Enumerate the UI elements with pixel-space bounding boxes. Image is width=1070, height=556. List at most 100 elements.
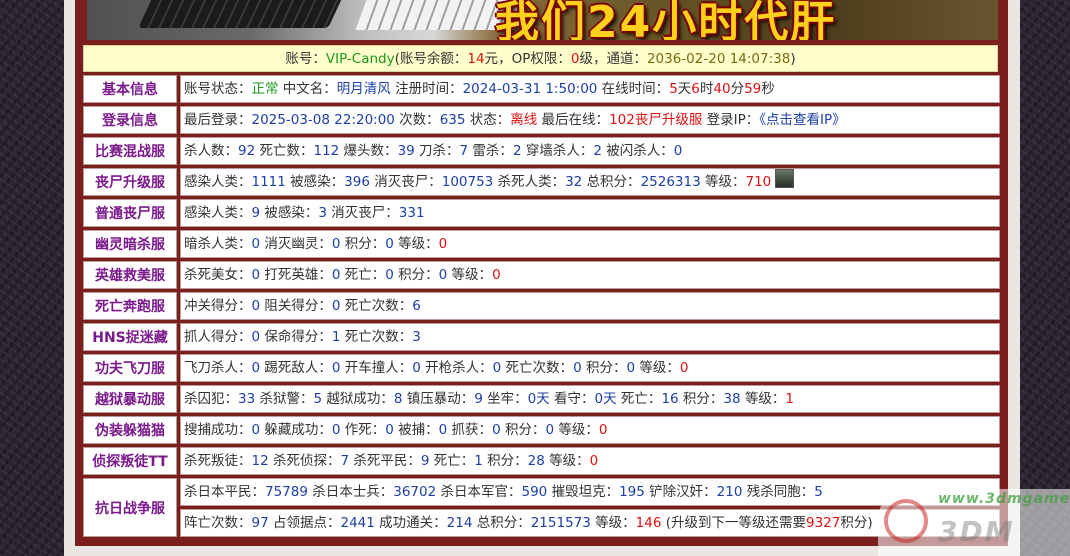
stat-value: 0 bbox=[251, 298, 261, 314]
balance-label: (账号余额： bbox=[394, 51, 468, 67]
stat-value: 146 bbox=[635, 515, 662, 531]
stat-label: 死亡数： bbox=[255, 143, 314, 159]
stat-label: 看守： bbox=[549, 391, 595, 407]
row-cells: 暗杀人类：0 消灭幽灵：0 积分：0 等级：0 bbox=[180, 230, 1000, 258]
row-cells: 杀日本平民：75789 杀日本士兵：36702 杀日本军官：590 摧毁坦克：1… bbox=[180, 478, 1000, 537]
stat-label: 杀死美女： bbox=[184, 267, 252, 283]
row-cells: 感染人类：9 被感染：3 消灭丧尸：331 bbox=[180, 199, 1000, 227]
stat-label: 消灭丧尸： bbox=[326, 205, 399, 221]
stat-label: 冲关得分： bbox=[184, 298, 252, 314]
row-cells: 搜捕成功：0 躲藏成功：0 作死：0 被捕：0 抓获：0 积分：0 等级：0 bbox=[180, 416, 1000, 444]
stat-value: 32 bbox=[565, 174, 583, 190]
account-prefix: 账号： bbox=[285, 51, 326, 67]
stat-label: (升级到下一等级还需要 bbox=[661, 515, 806, 531]
stat-label: 天 bbox=[677, 81, 692, 97]
stats-cell: 杀日本平民：75789 杀日本士兵：36702 杀日本军官：590 摧毁坦克：1… bbox=[180, 478, 1000, 506]
stat-value: 12 bbox=[251, 453, 269, 469]
stat-value: 0 bbox=[385, 267, 394, 283]
stat-value: 0 bbox=[598, 422, 608, 438]
row-cells: 杀囚犯：33 杀狱警：5 越狱成功：8 镇压暴动：9 坐牢：0天 看守：0天 死… bbox=[180, 385, 1000, 413]
stat-label: 杀日本平民： bbox=[184, 484, 265, 500]
row-label: 普通丧尸服 bbox=[83, 199, 177, 227]
stat-value: 6 bbox=[412, 298, 421, 314]
stat-label: 穿墙杀人： bbox=[521, 143, 594, 159]
stats-cell: 暗杀人类：0 消灭幽灵：0 积分：0 等级：0 bbox=[180, 230, 1000, 258]
stat-label: 等级： bbox=[740, 391, 786, 407]
stat-value: 离线 bbox=[510, 112, 538, 128]
stat-value: 59 bbox=[744, 81, 762, 97]
stat-label: 账号状态： bbox=[184, 81, 252, 97]
stat-label: 等级： bbox=[700, 174, 746, 190]
stat-value: 0 bbox=[385, 236, 394, 252]
stat-value: 0 bbox=[251, 236, 261, 252]
stats-cell: 飞刀杀人：0 踢死敌人：0 开车撞人：0 开枪杀人：0 死亡次数：0 积分：0 … bbox=[180, 354, 1000, 382]
row-label: 越狱暴动服 bbox=[83, 385, 177, 413]
stat-value: 0 bbox=[492, 360, 502, 376]
stats-cell: 杀死美女：0 打死英雄：0 死亡：0 积分：0 等级：0 bbox=[180, 261, 1000, 289]
account-balance: 14 bbox=[467, 51, 485, 67]
stats-row: 功夫飞刀服 飞刀杀人：0 踢死敌人：0 开车撞人：0 开枪杀人：0 死亡次数：0 … bbox=[83, 354, 1000, 382]
stat-value: 40 bbox=[713, 81, 731, 97]
row-cells: 杀人数：92 死亡数：112 爆头数：39 刀杀：7 雷杀：2 穿墙杀人：2 被… bbox=[180, 137, 1000, 165]
stat-value: 97 bbox=[251, 515, 269, 531]
stat-value: 0天 bbox=[527, 391, 550, 407]
stat-value: 2151573 bbox=[530, 515, 591, 531]
stat-label: 杀囚犯： bbox=[184, 391, 238, 407]
row-label: 丧尸升级服 bbox=[83, 168, 177, 196]
stat-label: 等级： bbox=[544, 453, 590, 469]
stat-label: 搜捕成功： bbox=[184, 422, 252, 438]
stat-value: 195 bbox=[619, 484, 645, 500]
site-watermark: www.3dmgame.com 3DM bbox=[878, 489, 1070, 556]
stat-value: 38 bbox=[723, 391, 741, 407]
stat-label: 时 bbox=[699, 81, 714, 97]
stats-cell: 最后登录：2025-03-08 22:20:00 次数：635 状态：离线 最后… bbox=[180, 106, 1000, 134]
stat-value: 0 bbox=[679, 360, 689, 376]
stat-value: 7 bbox=[459, 143, 469, 159]
stat-value: 590 bbox=[521, 484, 548, 500]
view-ip-link[interactable]: 《点击查看IP》 bbox=[759, 112, 845, 128]
stats-cell: 搜捕成功：0 躲藏成功：0 作死：0 被捕：0 抓获：0 积分：0 等级：0 bbox=[180, 416, 1000, 444]
stat-value: 正常 bbox=[251, 81, 279, 97]
row-label: 伪装躲猫猫 bbox=[83, 416, 177, 444]
promo-banner[interactable]: 我们24小时代肝 bbox=[87, 0, 998, 40]
row-label: 英雄救美服 bbox=[83, 261, 177, 289]
stat-label: 死亡： bbox=[429, 453, 475, 469]
stat-label: 杀日本军官： bbox=[436, 484, 522, 500]
row-label: HNS捉迷藏 bbox=[83, 323, 177, 351]
stats-cell: 杀死叛徒：12 杀死侦探：7 杀死平民：9 死亡：1 积分：28 等级：0 bbox=[180, 447, 1000, 475]
stat-value: 210 bbox=[716, 484, 743, 500]
stat-label: 死亡次数： bbox=[501, 360, 574, 376]
stat-value: 9327 bbox=[805, 515, 841, 531]
row-label: 抗日战争服 bbox=[83, 478, 177, 537]
stats-row: 伪装躲猫猫 搜捕成功：0 躲藏成功：0 作死：0 被捕：0 抓获：0 积分：0 等… bbox=[83, 416, 1000, 444]
account-id: VIP-Candy bbox=[325, 51, 395, 67]
stat-label: 雷杀： bbox=[468, 143, 513, 159]
stat-value: 3 bbox=[318, 205, 327, 221]
stats-table: 基本信息 账号状态：正常 中文名：明月清风 注册时间：2024-03-31 1:5… bbox=[83, 75, 1000, 540]
stat-value: 0 bbox=[251, 329, 261, 345]
row-cells: 最后登录：2025-03-08 22:20:00 次数：635 状态：离线 最后… bbox=[180, 106, 1000, 134]
stat-value: 2 bbox=[593, 143, 602, 159]
stat-label: 总积分： bbox=[582, 174, 641, 190]
stat-label: 秒 bbox=[761, 81, 775, 97]
stat-value: 5 bbox=[669, 81, 678, 97]
stat-label: 登录IP： bbox=[702, 112, 760, 128]
balance-unit: 元，OP权限： bbox=[484, 51, 571, 67]
stat-label: 死亡： bbox=[616, 391, 662, 407]
stat-value: 0 bbox=[573, 360, 582, 376]
stat-value: 2024-03-31 1:50:00 bbox=[462, 81, 598, 97]
stat-label: 踢死敌人： bbox=[260, 360, 332, 376]
row-label: 基本信息 bbox=[83, 75, 177, 103]
stat-label: 消灭丧尸： bbox=[369, 174, 442, 190]
row-label: 幽灵暗杀服 bbox=[83, 230, 177, 258]
stat-value: 39 bbox=[397, 143, 415, 159]
stats-row: 抗日战争服 杀日本平民：75789 杀日本士兵：36702 杀日本军官：590 摧… bbox=[83, 478, 1000, 537]
stat-label: 杀狱警： bbox=[255, 391, 314, 407]
stat-label: 等级： bbox=[635, 360, 680, 376]
watermark-logo-icon bbox=[884, 499, 928, 543]
stat-label: 阵亡次数： bbox=[184, 515, 252, 531]
stats-row: 英雄救美服 杀死美女：0 打死英雄：0 死亡：0 积分：0 等级：0 bbox=[83, 261, 1000, 289]
stat-label: 死亡次数： bbox=[340, 329, 413, 345]
stats-row: 普通丧尸服 感染人类：9 被感染：3 消灭丧尸：331 bbox=[83, 199, 1000, 227]
account-summary: 账号：VIP-Candy(账号余额：14元，OP权限：0级，通道：2036-02… bbox=[83, 45, 998, 72]
